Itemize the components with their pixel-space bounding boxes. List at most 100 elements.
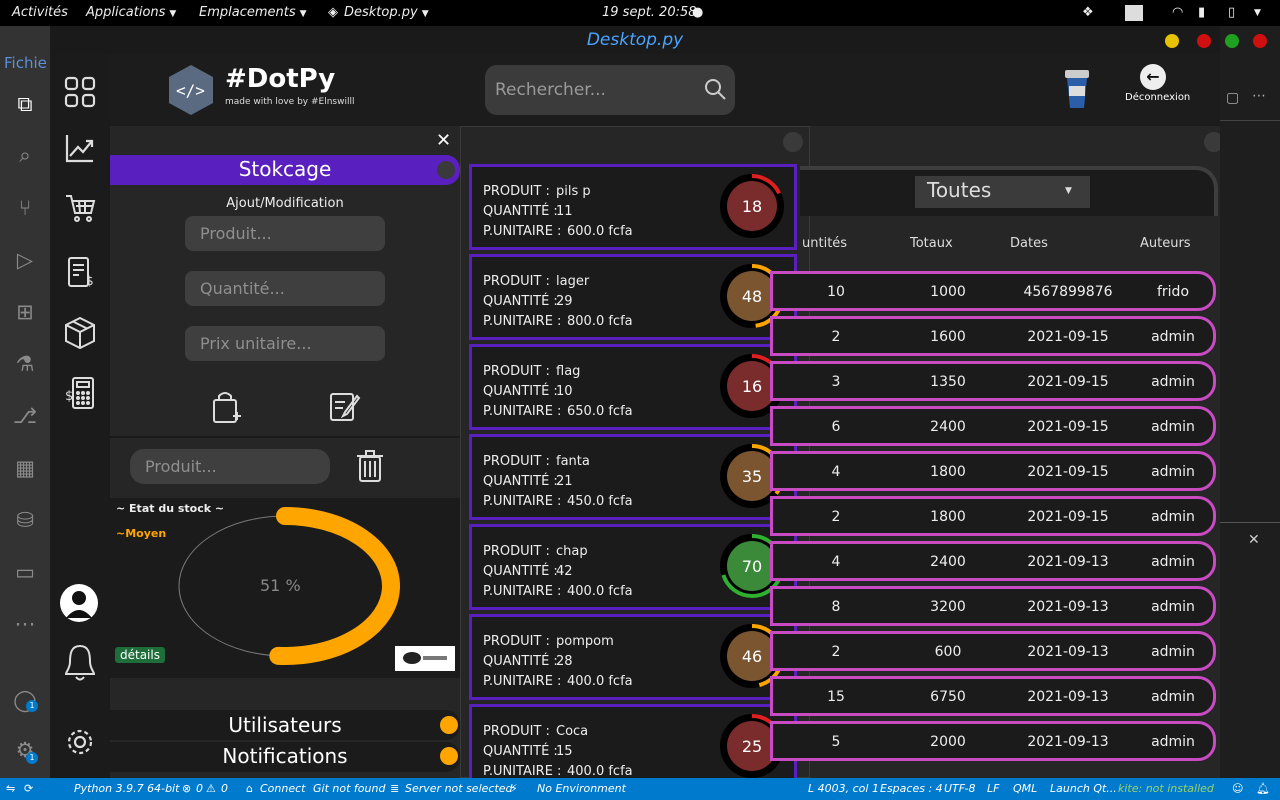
- sync-icon[interactable]: ⟳: [24, 782, 33, 795]
- remote-explorer-icon[interactable]: ▭: [11, 558, 39, 586]
- product-field[interactable]: [185, 216, 385, 251]
- list-toggle[interactable]: [783, 132, 803, 152]
- language-mode[interactable]: QML: [1013, 782, 1037, 795]
- wifi-icon[interactable]: ◠: [1172, 5, 1183, 20]
- user-avatar[interactable]: [60, 584, 98, 622]
- trash-icon[interactable]: [356, 450, 384, 486]
- details-button[interactable]: détails: [115, 647, 165, 663]
- source-control-icon[interactable]: ⑂: [11, 194, 39, 222]
- more-actions-icon[interactable]: ⋯: [1252, 88, 1266, 104]
- launch-qt[interactable]: Launch Qt...: [1050, 782, 1117, 795]
- places-menu[interactable]: Emplacements ▼: [199, 5, 307, 20]
- table-row[interactable]: 4 1800 2021-09-15 admin: [770, 451, 1216, 491]
- col-header-authors[interactable]: Auteurs: [1140, 236, 1191, 251]
- testing-icon[interactable]: ⚗: [11, 350, 39, 378]
- table-row[interactable]: 8 3200 2021-09-13 admin: [770, 586, 1216, 626]
- battery-icon[interactable]: ▯: [1228, 5, 1235, 20]
- product-card[interactable]: PRODUIT : fanta QUANTITÉ :21 P.UNITAIRE : 45…: [469, 434, 797, 520]
- extensions-icon[interactable]: ⊞: [11, 298, 39, 326]
- python-interpreter[interactable]: Python 3.9.7 64-bit: [74, 782, 179, 795]
- edit-note-icon[interactable]: [329, 390, 361, 426]
- restore-button[interactable]: [1225, 34, 1239, 48]
- errors-count[interactable]: 0: [196, 782, 203, 795]
- server-status[interactable]: Server not selected: [405, 782, 513, 795]
- close-window-button[interactable]: [1253, 34, 1267, 48]
- invoice-icon[interactable]: $: [60, 256, 100, 296]
- warnings-count[interactable]: 0: [221, 782, 228, 795]
- cursor-position[interactable]: L 4003, col 1: [808, 782, 879, 795]
- activities-button[interactable]: Activités: [12, 5, 68, 20]
- kite-status[interactable]: kite: not installed: [1118, 782, 1214, 795]
- stock-section-tab[interactable]: Stokcage: [110, 155, 460, 185]
- product-card[interactable]: PRODUIT : Coca QUANTITÉ :15 P.UNITAIRE : 400…: [469, 704, 797, 778]
- users-section-tab[interactable]: Utilisateurs: [110, 710, 460, 740]
- system-menu-caret-icon[interactable]: ▼: [1254, 8, 1261, 18]
- table-toggle[interactable]: [1204, 132, 1220, 152]
- table-row[interactable]: 5 2000 2021-09-13 admin: [770, 721, 1216, 761]
- product-card[interactable]: PRODUIT : pompom QUANTITÉ :28 P.UNITAIRE : 4…: [469, 614, 797, 700]
- keyboard-layout-icon[interactable]: [1125, 5, 1143, 21]
- more-icon[interactable]: ⋯: [11, 610, 39, 638]
- product-card[interactable]: PRODUIT : pils p QUANTITÉ :11 P.UNITAIRE : 6…: [469, 164, 797, 250]
- volume-icon[interactable]: ▮: [1198, 5, 1205, 20]
- applications-menu[interactable]: Applications ▼: [86, 5, 176, 20]
- indentation[interactable]: Espaces : 4: [880, 782, 943, 795]
- tray-app-icon[interactable]: ❖: [1082, 5, 1094, 20]
- explorer-icon[interactable]: ⧉: [11, 90, 39, 118]
- environment-status[interactable]: No Environment: [537, 782, 626, 795]
- database-icon[interactable]: ⛁: [11, 506, 39, 534]
- search-icon[interactable]: ⌕: [11, 141, 39, 169]
- run-debug-icon[interactable]: ▷: [11, 246, 39, 274]
- table-row[interactable]: 4 2400 2021-09-13 admin: [770, 541, 1216, 581]
- end-of-line[interactable]: LF: [987, 782, 999, 795]
- git-status[interactable]: Git not found: [313, 782, 385, 795]
- notifications-bell-icon[interactable]: 🔔︎: [1256, 782, 1270, 795]
- close-panel-icon[interactable]: ✕: [436, 130, 451, 151]
- vscode-menu-file[interactable]: Fichie: [4, 54, 47, 72]
- logout-arrow-icon[interactable]: ←: [1140, 64, 1166, 90]
- clock[interactable]: 19 sept. 20:58: [602, 5, 697, 20]
- notifications-toggle[interactable]: [440, 747, 458, 765]
- col-header-totals[interactable]: Totaux: [910, 236, 953, 251]
- close-panel-icon[interactable]: ✕: [1248, 532, 1260, 548]
- table-row[interactable]: 2 1600 2021-09-15 admin: [770, 316, 1216, 356]
- product-card[interactable]: PRODUIT : chap QUANTITÉ :42 P.UNITAIRE : 400…: [469, 524, 797, 610]
- product-card[interactable]: PRODUIT : flag QUANTITÉ :10 P.UNITAIRE : 650…: [469, 344, 797, 430]
- bell-icon[interactable]: [60, 642, 100, 682]
- table-row[interactable]: 6 2400 2021-09-15 admin: [770, 406, 1216, 446]
- table-row[interactable]: 10 1000 4567899876 frido: [770, 271, 1216, 311]
- delete-product-field[interactable]: [130, 449, 330, 484]
- search-icon[interactable]: [703, 77, 727, 105]
- col-header-dates[interactable]: Dates: [1010, 236, 1048, 251]
- users-toggle[interactable]: [440, 716, 458, 734]
- settings-gear-icon[interactable]: [60, 726, 100, 766]
- logout-label[interactable]: Déconnexion: [1125, 92, 1190, 103]
- search-input[interactable]: [485, 65, 695, 115]
- table-row[interactable]: 2 600 2021-09-13 admin: [770, 631, 1216, 671]
- add-bag-icon[interactable]: [211, 390, 241, 428]
- connect-status[interactable]: Connect: [260, 782, 305, 795]
- dashboard-icon[interactable]: [60, 76, 100, 116]
- remote-icon[interactable]: ⇋: [6, 782, 15, 795]
- git-graph-icon[interactable]: ⎇: [11, 402, 39, 430]
- package-box-icon[interactable]: [60, 316, 100, 356]
- stats-chart-icon[interactable]: [60, 132, 100, 172]
- quantity-field[interactable]: [185, 271, 385, 306]
- table-row[interactable]: 2 1800 2021-09-15 admin: [770, 496, 1216, 536]
- docker-icon[interactable]: ▦: [11, 454, 39, 482]
- feedback-icon[interactable]: ☺: [1232, 782, 1243, 795]
- accounting-calculator-icon[interactable]: $: [60, 376, 100, 416]
- split-editor-icon[interactable]: ▢: [1226, 90, 1239, 106]
- table-row[interactable]: 3 1350 2021-09-15 admin: [770, 361, 1216, 401]
- unit-price-field[interactable]: [185, 326, 385, 361]
- notifications-section-tab[interactable]: Notifications: [110, 742, 460, 772]
- maximize-button[interactable]: [1197, 34, 1211, 48]
- coffee-cup-icon[interactable]: [1062, 68, 1092, 110]
- minimize-button[interactable]: [1165, 34, 1179, 48]
- col-header-units[interactable]: untités: [802, 236, 847, 251]
- app-menu[interactable]: ◈ Desktop.py ▼: [328, 5, 429, 20]
- encoding[interactable]: UTF-8: [944, 782, 975, 795]
- product-card[interactable]: PRODUIT : lager QUANTITÉ :29 P.UNITAIRE : 80…: [469, 254, 797, 340]
- section-toggle[interactable]: [437, 161, 455, 179]
- cart-icon[interactable]: [60, 192, 100, 232]
